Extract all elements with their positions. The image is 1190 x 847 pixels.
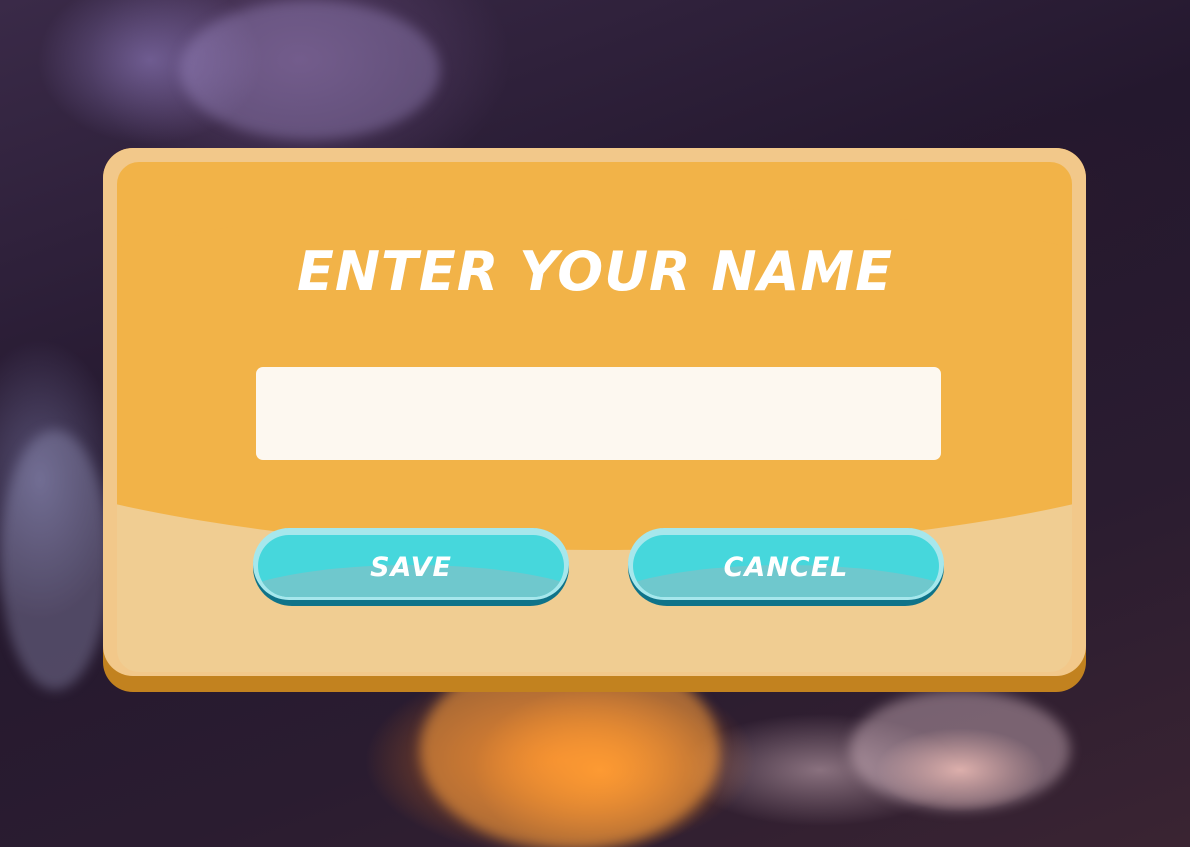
background-swirl (180, 0, 440, 140)
cancel-button-label: CANCEL (723, 552, 849, 583)
game-screen: ENTER YOUR NAME SAVE CANCEL (0, 0, 1190, 847)
background-swirl (0, 430, 110, 690)
save-button[interactable]: SAVE (253, 528, 569, 606)
background-swirl (850, 690, 1070, 810)
cancel-button[interactable]: CANCEL (628, 528, 944, 606)
name-input[interactable] (256, 367, 941, 460)
dialog-title: ENTER YOUR NAME (296, 240, 894, 303)
save-button-label: SAVE (370, 552, 452, 583)
